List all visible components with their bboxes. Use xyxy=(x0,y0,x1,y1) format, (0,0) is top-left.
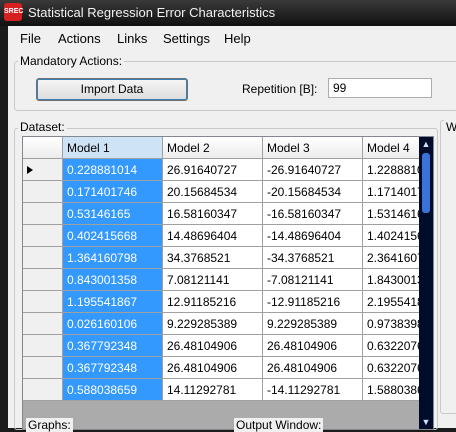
scroll-down-icon[interactable]: ▼ xyxy=(419,415,433,429)
table-row[interactable]: 0.228881014 26.91640727 -26.91640727 1.2288… xyxy=(23,159,433,181)
table-cell[interactable]: 1.364160798 xyxy=(63,247,163,269)
table-cell[interactable]: 14.48696404 xyxy=(163,225,263,247)
column-header-model-3[interactable]: Model 3 xyxy=(263,137,363,159)
table-cell[interactable]: 0.843001358 xyxy=(63,269,163,291)
table-row[interactable]: 0.588038659 14.11292781 -14.11292781 1.5880… xyxy=(23,379,433,401)
row-header[interactable] xyxy=(23,313,63,335)
table-cell[interactable]: 20.15684534 xyxy=(163,181,263,203)
menu-links[interactable]: Links xyxy=(117,31,147,46)
grid-corner xyxy=(23,137,63,159)
table-cell[interactable]: 14.11292781 xyxy=(163,379,263,401)
table-row[interactable]: 0.367792348 26.48104906 26.48104906 0.63220… xyxy=(23,335,433,357)
dataset-grid[interactable]: Model 1 Model 2 Model 3 Model 4 0.228881… xyxy=(22,136,434,430)
table-cell[interactable]: 26.48104906 xyxy=(163,335,263,357)
table-cell[interactable]: 34.3768521 xyxy=(163,247,263,269)
table-cell[interactable]: 26.48104906 xyxy=(163,357,263,379)
table-cell[interactable]: 1.195541867 xyxy=(63,291,163,313)
app-icon: SREC xyxy=(4,3,23,21)
table-cell[interactable]: -12.91185216 xyxy=(263,291,363,313)
window-title: Statistical Regression Error Characteris… xyxy=(28,5,276,20)
menu-settings[interactable]: Settings xyxy=(163,31,210,46)
table-cell[interactable]: -14.11292781 xyxy=(263,379,363,401)
output-window-legend: Output Window: xyxy=(234,418,324,432)
table-cell[interactable]: 0.402415668 xyxy=(63,225,163,247)
column-header-model-1[interactable]: Model 1 xyxy=(63,137,163,159)
table-cell[interactable]: -34.3768521 xyxy=(263,247,363,269)
table-cell[interactable]: 12.91185216 xyxy=(163,291,263,313)
table-cell[interactable]: 0.53146165 xyxy=(63,203,163,225)
table-cell[interactable]: 7.08121141 xyxy=(163,269,263,291)
table-cell[interactable]: -26.91640727 xyxy=(263,159,363,181)
row-header[interactable] xyxy=(23,203,63,225)
table-cell[interactable]: 26.91640727 xyxy=(163,159,263,181)
table-row[interactable]: 0.402415668 14.48696404 -14.48696404 1.4024… xyxy=(23,225,433,247)
grid-header-row: Model 1 Model 2 Model 3 Model 4 xyxy=(23,137,433,159)
table-cell[interactable]: -20.15684534 xyxy=(263,181,363,203)
menu-actions[interactable]: Actions xyxy=(58,31,101,46)
row-header[interactable] xyxy=(23,247,63,269)
right-group xyxy=(440,120,456,414)
row-header[interactable] xyxy=(23,379,63,401)
table-row[interactable]: 1.364160798 34.3768521 -34.3768521 2.364160… xyxy=(23,247,433,269)
table-cell[interactable]: 0.588038659 xyxy=(63,379,163,401)
row-header[interactable] xyxy=(23,181,63,203)
current-row-arrow-icon xyxy=(27,166,33,174)
menu-help[interactable]: Help xyxy=(224,31,251,46)
table-row[interactable]: 0.53146165 16.58160347 -16.58160347 1.53146… xyxy=(23,203,433,225)
row-header[interactable] xyxy=(23,159,63,181)
table-cell[interactable]: 16.58160347 xyxy=(163,203,263,225)
table-cell[interactable]: 9.229285389 xyxy=(263,313,363,335)
title-bar: SREC Statistical Regression Error Charac… xyxy=(0,0,456,26)
table-row[interactable]: 0.843001358 7.08121141 -7.08121141 1.843001… xyxy=(23,269,433,291)
table-row[interactable]: 0.026160106 9.229285389 9.229285389 0.97383… xyxy=(23,313,433,335)
table-cell[interactable]: 9.229285389 xyxy=(163,313,263,335)
scroll-up-icon[interactable]: ▲ xyxy=(419,137,433,151)
row-header[interactable] xyxy=(23,225,63,247)
mandatory-actions-legend: Mandatory Actions: xyxy=(18,54,125,68)
table-row[interactable]: 0.171401746 20.15684534 -20.15684534 1.1714… xyxy=(23,181,433,203)
graphs-legend: Graphs: xyxy=(26,418,73,432)
column-header-model-2[interactable]: Model 2 xyxy=(163,137,263,159)
repetition-label: Repetition [B]: xyxy=(242,82,318,96)
repetition-input[interactable]: 99 xyxy=(328,78,432,98)
table-cell[interactable]: 0.026160106 xyxy=(63,313,163,335)
table-row[interactable]: 0.367792348 26.48104906 26.48104906 0.63220… xyxy=(23,357,433,379)
main-window: File Actions Links Settings Help Mandato… xyxy=(8,26,456,432)
table-cell[interactable]: 26.48104906 xyxy=(263,357,363,379)
row-header[interactable] xyxy=(23,357,63,379)
row-header[interactable] xyxy=(23,291,63,313)
grid-vertical-scrollbar[interactable]: ▲ ▼ xyxy=(419,137,433,429)
table-cell[interactable]: 0.367792348 xyxy=(63,357,163,379)
table-cell[interactable]: 0.228881014 xyxy=(63,159,163,181)
table-cell[interactable]: 26.48104906 xyxy=(263,335,363,357)
table-cell[interactable]: -16.58160347 xyxy=(263,203,363,225)
table-cell[interactable]: -14.48696404 xyxy=(263,225,363,247)
table-row[interactable]: 1.195541867 12.91185216 -12.91185216 2.1955… xyxy=(23,291,433,313)
table-cell[interactable]: 0.367792348 xyxy=(63,335,163,357)
table-cell[interactable]: -7.08121141 xyxy=(263,269,363,291)
scroll-thumb[interactable] xyxy=(422,153,430,213)
right-group-legend: W xyxy=(444,120,456,134)
table-cell[interactable]: 0.171401746 xyxy=(63,181,163,203)
import-data-button[interactable]: Import Data xyxy=(36,78,188,101)
row-header[interactable] xyxy=(23,335,63,357)
dataset-legend: Dataset: xyxy=(18,120,67,134)
menu-bar: File Actions Links Settings Help xyxy=(8,26,456,50)
menu-file[interactable]: File xyxy=(20,31,41,46)
row-header[interactable] xyxy=(23,269,63,291)
